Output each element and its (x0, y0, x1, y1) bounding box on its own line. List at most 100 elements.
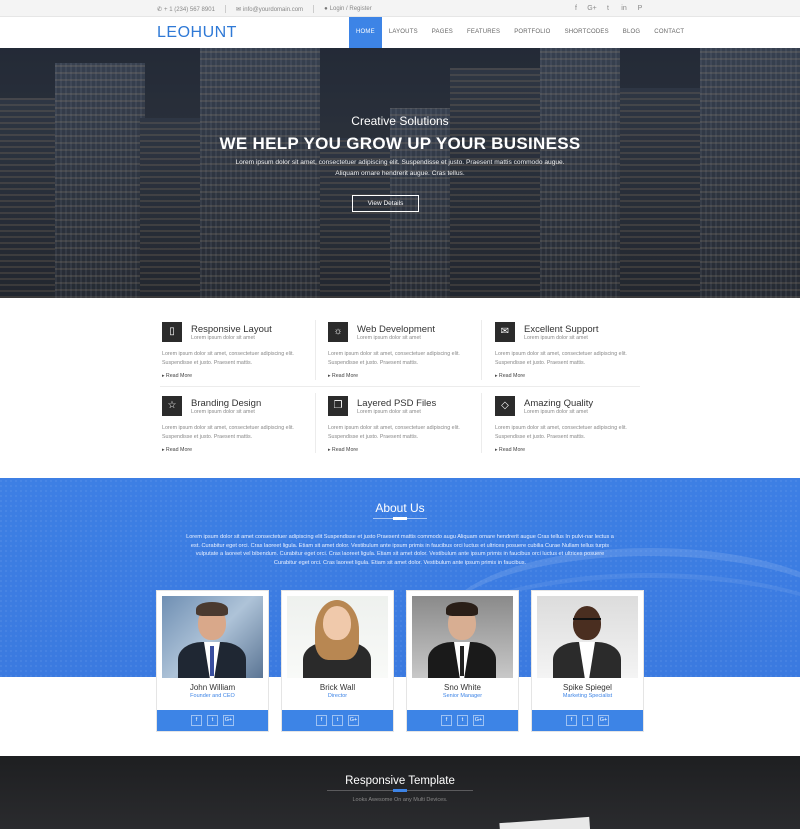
google-plus-icon[interactable]: G+ (598, 715, 609, 726)
login-link[interactable]: ● Login / Register (324, 6, 372, 12)
facebook-icon[interactable]: f (568, 3, 584, 14)
phone: ✆ + 1 (234) 567 8901 (157, 6, 215, 13)
team-role: Marketing Specialist (562, 693, 613, 699)
nav-layouts[interactable]: LAYOUTS (382, 17, 425, 48)
photo-glasses (573, 618, 601, 624)
read-more-link[interactable]: Read More (328, 373, 358, 379)
twitter-icon[interactable]: t (600, 3, 616, 14)
device-mockup (499, 816, 591, 829)
facebook-icon[interactable]: f (191, 715, 202, 726)
diamond-icon: ◇ (495, 396, 515, 416)
team-role: Director (327, 693, 348, 699)
nav-portfolio[interactable]: PORTFOLIO (507, 17, 557, 48)
mobile-icon: ▯ (162, 322, 182, 342)
twitter-icon[interactable]: t (332, 715, 343, 726)
divider (315, 393, 316, 453)
login-text: Login / Register (329, 6, 372, 12)
feature-description: Lorem ipsum dolor sit amet, consectetuer… (328, 351, 460, 366)
feature-subtitle: Lorem ipsum dolor sit amet (191, 335, 255, 341)
main-nav: HOME LAYOUTS PAGES FEATURES PORTFOLIO SH… (349, 17, 691, 48)
facebook-icon[interactable]: f (566, 715, 577, 726)
underline-accent (393, 789, 407, 792)
photo-tie (210, 646, 214, 676)
nav-contact[interactable]: CONTACT (647, 17, 691, 48)
divider (313, 5, 315, 13)
team-photo (537, 596, 638, 678)
nav-blog[interactable]: BLOG (616, 17, 647, 48)
team-card: John William Founder and CEO f t G+ (156, 590, 269, 732)
lightbulb-icon: ☼ (328, 322, 348, 342)
divider (481, 393, 482, 453)
user-icon: ● (324, 6, 328, 12)
twitter-icon[interactable]: t (207, 715, 218, 726)
chat-icon: ✉ (495, 322, 515, 342)
responsive-template-section: Responsive Template Looks Awesome On any… (0, 756, 800, 829)
twitter-icon[interactable]: t (457, 715, 468, 726)
feature-title: Layered PSD Files (357, 398, 437, 409)
team-social: f t G+ (532, 710, 643, 731)
nav-shortcodes[interactable]: SHORTCODES (558, 17, 616, 48)
top-bar: ✆ + 1 (234) 567 8901 ✉ info@yourdomain.com… (0, 0, 800, 17)
logo[interactable]: LEOHUNT (157, 24, 237, 42)
divider (481, 320, 482, 380)
google-plus-icon[interactable]: G+ (584, 3, 600, 14)
title-underline (373, 517, 427, 520)
feature-subtitle: Lorem ipsum dolor sit amet (357, 409, 421, 415)
team-photo (162, 596, 263, 678)
header: LEOHUNT HOME LAYOUTS PAGES FEATURES PORT… (0, 17, 800, 48)
pinterest-icon[interactable]: P (632, 3, 648, 14)
twitter-icon[interactable]: t (582, 715, 593, 726)
feature-title: Amazing Quality (524, 398, 594, 409)
feature-subtitle: Lorem ipsum dolor sit amet (191, 409, 255, 415)
about-description: Lorem ipsum dolor sit amet consectetuer … (186, 534, 614, 566)
team-card: Spike Spiegel Marketing Specialist f t G… (531, 590, 644, 732)
facebook-icon[interactable]: f (441, 715, 452, 726)
feature-description: Lorem ipsum dolor sit amet, consectetuer… (495, 351, 627, 366)
features-section: ▯ Responsive Layout Lorem ipsum dolor si… (0, 298, 800, 478)
team-name: Spike Spiegel (563, 683, 612, 692)
feature-description: Lorem ipsum dolor sit amet, consectetuer… (162, 351, 294, 366)
nav-pages[interactable]: PAGES (425, 17, 460, 48)
title-underline (327, 789, 473, 792)
feature-title: Branding Design (191, 398, 262, 409)
team-name: Sno White (444, 683, 481, 692)
photo-face (323, 606, 351, 640)
read-more-link[interactable]: Read More (162, 447, 192, 453)
google-plus-icon[interactable]: G+ (348, 715, 359, 726)
team-role: Senior Manager (442, 693, 483, 699)
feature-description: Lorem ipsum dolor sit amet, consectetuer… (495, 425, 627, 440)
layers-icon: ❐ (328, 396, 348, 416)
contact-info: ✆ + 1 (234) 567 8901 ✉ info@yourdomain.com… (157, 5, 372, 13)
google-plus-icon[interactable]: G+ (223, 715, 234, 726)
email-text: info@yourdomain.com (242, 6, 304, 13)
facebook-icon[interactable]: f (316, 715, 327, 726)
top-social-links: f G+ t in P (568, 3, 648, 14)
nav-home[interactable]: HOME (349, 17, 382, 48)
feature-description: Lorem ipsum dolor sit amet, consectetuer… (162, 425, 294, 440)
team-name: John William (189, 683, 236, 692)
feature-title: Excellent Support (524, 324, 599, 335)
feature-subtitle: Lorem ipsum dolor sit amet (524, 335, 588, 341)
hero-description: Lorem ipsum dolor sit amet, consectetuer… (235, 159, 565, 177)
divider (224, 5, 226, 13)
phone-text: + 1 (234) 567 8901 (164, 6, 215, 13)
divider (315, 320, 316, 380)
feature-subtitle: Lorem ipsum dolor sit amet (357, 335, 421, 341)
hero-banner: Creative Solutions WE HELP YOU GROW UP Y… (0, 48, 800, 298)
read-more-link[interactable]: Read More (495, 373, 525, 379)
google-plus-icon[interactable]: G+ (473, 715, 484, 726)
team-photo (287, 596, 388, 678)
team-card: Sno White Senior Manager f t G+ (406, 590, 519, 732)
nav-features[interactable]: FEATURES (460, 17, 507, 48)
read-more-link[interactable]: Read More (495, 447, 525, 453)
view-details-button[interactable]: View Details (352, 195, 419, 212)
section-subtitle: Looks Awesome On any Multi Devices. (352, 797, 448, 803)
email[interactable]: ✉ info@yourdomain.com (236, 6, 303, 13)
read-more-link[interactable]: Read More (162, 373, 192, 379)
team-social: f t G+ (157, 710, 268, 731)
read-more-link[interactable]: Read More (328, 447, 358, 453)
feature-subtitle: Lorem ipsum dolor sit amet (524, 409, 588, 415)
linkedin-icon[interactable]: in (616, 3, 632, 14)
feature-description: Lorem ipsum dolor sit amet, consectetuer… (328, 425, 460, 440)
about-title: About Us (375, 501, 425, 515)
